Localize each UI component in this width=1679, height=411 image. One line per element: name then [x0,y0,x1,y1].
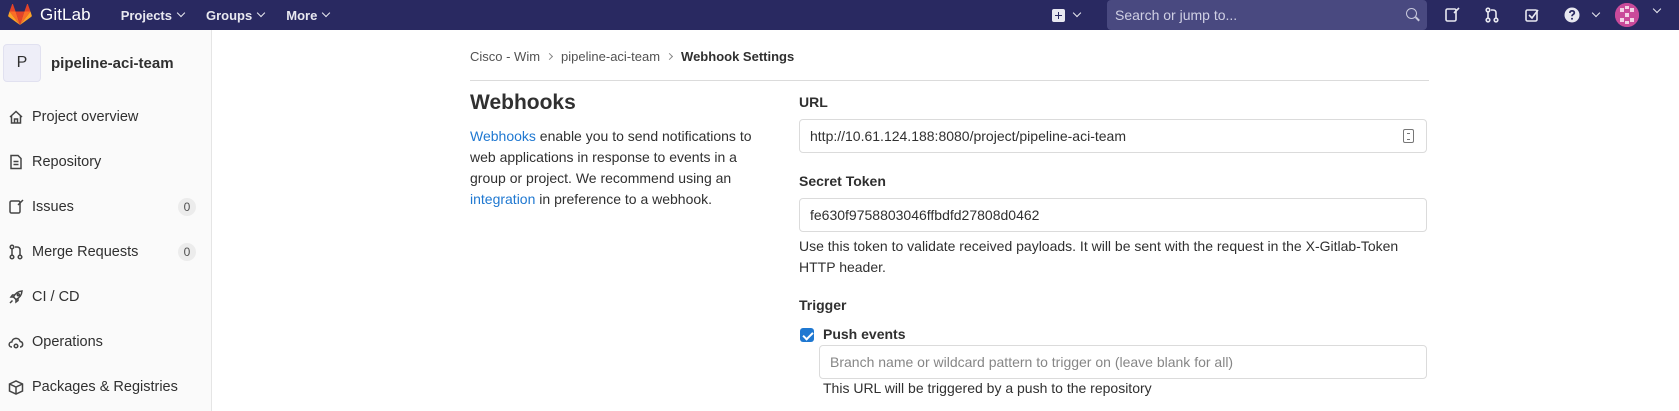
sidebar-item-label: CI / CD [32,289,80,305]
gitlab-logo-icon [8,4,32,25]
sidebar-item-repository[interactable]: Repository [0,147,212,177]
header-divider [470,80,1429,81]
project-name: pipeline-aci-team [51,54,174,72]
merge-request-icon [8,244,24,260]
chevron-right-icon [666,52,674,61]
todo-icon [1525,9,1539,22]
breadcrumb-item-group[interactable]: Cisco - Wim [470,49,540,64]
chevron-down-icon [176,8,186,18]
sidebar-item-label: Issues [32,199,74,215]
chevron-right-icon [546,52,554,61]
project-avatar: P [3,44,41,82]
sidebar-item-label: Project overview [32,109,139,125]
chevron-down-icon[interactable] [1591,8,1601,18]
issues-icon [8,199,24,215]
new-item-dropdown[interactable] [1052,0,1082,30]
nav-groups-label: Groups [206,7,253,23]
nav-menu: Projects Groups More [121,0,352,30]
url-label: URL [799,94,828,110]
sidebar-item-issues[interactable]: Issues 0 [0,192,212,222]
top-navbar: GitLab Projects Groups More [0,0,1679,30]
todos-nav-button[interactable] [1523,6,1541,24]
branch-filter-input[interactable] [820,346,1426,378]
sidebar-item-project-overview[interactable]: Project overview [0,102,212,132]
push-events-label[interactable]: Push events [823,326,905,342]
secret-token-input[interactable] [800,199,1426,231]
branch-filter-field[interactable] [819,345,1427,379]
trigger-label: Trigger [799,297,847,313]
sidebar-item-merge-requests[interactable]: Merge Requests 0 [0,237,212,267]
secret-token-label: Secret Token [799,173,886,189]
sidebar-item-operations[interactable]: Operations [0,327,212,357]
nav-more[interactable]: More [286,7,331,23]
integration-link[interactable]: integration [470,191,535,207]
nav-icons [1443,0,1601,30]
gitlab-brand[interactable]: GitLab [8,0,91,30]
sidebar-item-label: Packages & Registries [32,379,178,395]
package-icon [8,379,24,395]
sidebar: P pipeline-aci-team Project overview Rep… [0,30,212,411]
breadcrumb: Cisco - Wim pipeline-aci-team Webhook Se… [470,49,794,64]
help-icon [1564,7,1580,23]
issues-count-badge: 0 [178,198,196,216]
document-icon [8,154,24,170]
merge-requests-count-badge: 0 [178,243,196,261]
push-events-help: This URL will be triggered by a push to … [823,380,1152,396]
rocket-icon [8,289,24,305]
url-field[interactable] [799,119,1427,153]
search-input[interactable] [1115,7,1395,23]
search-icon[interactable] [1406,8,1417,19]
url-input[interactable] [800,120,1426,152]
secret-token-help: Use this token to validate received payl… [799,238,1399,275]
sidebar-item-label: Repository [32,154,102,170]
chevron-down-icon[interactable] [1652,4,1662,14]
secret-token-field[interactable] [799,198,1427,232]
clipboard-icon[interactable] [1403,129,1414,143]
search-box[interactable] [1107,0,1427,30]
issues-icon [1445,7,1460,22]
home-icon [8,109,24,125]
plus-square-icon [1052,8,1065,22]
sidebar-item-ci-cd[interactable]: CI / CD [0,282,212,312]
help-nav-button[interactable] [1563,6,1581,24]
sidebar-item-label: Merge Requests [32,244,139,260]
sidebar-item-packages-registries[interactable]: Packages & Registries [0,372,212,402]
page-title: Webhooks [470,91,576,114]
webhooks-description: Webhooks enable you to send notification… [470,126,770,210]
sidebar-item-label: Operations [32,334,103,350]
breadcrumb-item-project[interactable]: pipeline-aci-team [561,49,660,64]
chevron-down-icon [322,8,331,18]
issues-nav-button[interactable] [1443,6,1461,24]
chevron-down-icon [256,8,266,18]
push-events-checkbox[interactable] [800,328,814,342]
merge-requests-nav-button[interactable] [1483,6,1501,24]
webhooks-desc-text-2: in preference to a webhook. [535,191,713,207]
chevron-down-icon [1072,8,1082,18]
avatar[interactable] [1615,3,1639,27]
breadcrumb-current[interactable]: Webhook Settings [681,49,794,64]
webhooks-docs-link[interactable]: Webhooks [470,128,536,144]
user-avatar-icon [1615,3,1639,27]
cloud-gear-icon [8,334,24,350]
nav-projects-label: Projects [120,7,172,23]
brand-name: GitLab [40,5,91,24]
nav-more-label: More [286,7,318,23]
nav-groups[interactable]: Groups [206,7,266,23]
merge-request-icon [1485,7,1499,23]
sidebar-project-header[interactable]: P pipeline-aci-team [3,44,174,82]
nav-projects[interactable]: Projects [120,7,186,23]
